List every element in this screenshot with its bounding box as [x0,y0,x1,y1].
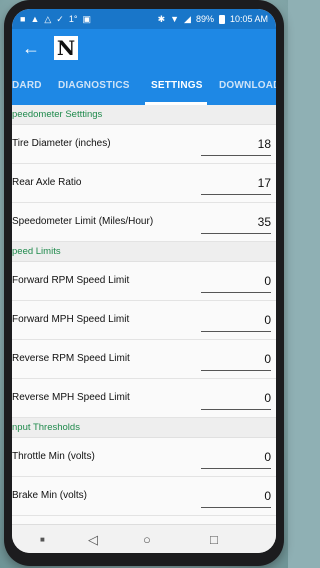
setting-row-reverse-rpm: Reverse RPM Speed Limit 0 [12,340,276,379]
recent-dot-icon[interactable]: ■ [40,525,45,553]
notification-icon: ■ [20,13,26,24]
rear-axle-ratio-input[interactable]: 17 [201,172,271,195]
setting-label: Reverse MPH Speed Limit [12,392,130,403]
overview-square-icon[interactable]: □ [210,525,218,553]
setting-row-reverse-mph: Reverse MPH Speed Limit 0 [12,379,276,418]
battery-percent: 89% [195,14,214,24]
app-screen: ■ ▲ △ ✓ 1° ▣ ✱ ▼ ◢ 89% 10:05 AM ← N DARD… [12,9,276,553]
image-icon: ▣ [82,13,91,24]
warning-icon: △ [44,13,52,24]
signal-icon: ◢ [184,13,191,24]
tire-diameter-input[interactable]: 18 [201,133,271,156]
status-bar: ■ ▲ △ ✓ 1° ▣ ✱ ▼ ◢ 89% 10:05 AM [12,9,276,29]
forward-mph-input[interactable]: 0 [201,309,271,332]
alert-icon: ▲ [30,13,40,24]
settings-list: peedometer Setttings Tire Diameter (inch… [12,105,276,536]
wifi-icon: ▼ [170,13,180,24]
back-arrow-icon[interactable]: ← [22,39,42,57]
status-left: ■ ▲ △ ✓ 1° ▣ [20,13,91,24]
back-triangle-icon[interactable]: ◁ [88,525,98,553]
setting-row-brake-min: Brake Min (volts) 0 [12,477,276,516]
setting-row-forward-rpm: Forward RPM Speed Limit 0 [12,262,276,301]
home-circle-icon[interactable]: ○ [143,525,151,553]
forward-rpm-input[interactable]: 0 [201,270,271,293]
setting-label: Speedometer Limit (Miles/Hour) [12,216,154,227]
section-header-speedometer: peedometer Setttings [12,105,276,125]
setting-row-tire-diameter: Tire Diameter (inches) 18 [12,125,276,164]
download-icon: ✓ [56,13,64,24]
logo-letter: N [56,36,76,60]
app-bar: ← N [12,29,276,67]
status-right: ✱ ▼ ◢ 89% 10:05 AM [158,14,268,24]
section-header-input-thresholds: nput Thresholds [12,418,276,438]
android-nav-bar: ■ ◁ ○ □ [12,524,276,553]
temperature-label: 1° [68,13,78,24]
setting-label: Forward MPH Speed Limit [12,314,130,325]
bluetooth-icon: ✱ [157,13,166,24]
setting-row-rear-axle-ratio: Rear Axle Ratio 17 [12,164,276,203]
tab-dashboard[interactable]: DARD [12,67,42,105]
phone-frame: ■ ▲ △ ✓ 1° ▣ ✱ ▼ ◢ 89% 10:05 AM ← N DARD… [4,0,284,566]
reverse-rpm-input[interactable]: 0 [201,348,271,371]
setting-label: Brake Min (volts) [12,490,88,501]
app-logo: N [54,36,78,60]
setting-label: Tire Diameter (inches) [12,138,111,149]
tab-download[interactable]: DOWNLOAD [219,67,276,105]
speedometer-limit-input[interactable]: 35 [201,211,271,234]
setting-row-speedometer-limit: Speedometer Limit (Miles/Hour) 35 [12,203,276,242]
throttle-min-input[interactable]: 0 [201,446,271,469]
reverse-mph-input[interactable]: 0 [201,387,271,410]
tab-diagnostics[interactable]: DIAGNOSTICS [58,67,130,105]
setting-label: Throttle Min (volts) [12,451,95,462]
tab-settings[interactable]: SETTINGS [151,67,203,105]
tab-bar: DARD DIAGNOSTICS SETTINGS DOWNLOAD [12,67,276,105]
setting-row-throttle-min: Throttle Min (volts) 0 [12,438,276,477]
section-header-speed-limits: peed Limits [12,242,276,262]
brake-min-input[interactable]: 0 [201,485,271,508]
setting-label: Forward RPM Speed Limit [12,275,130,286]
setting-label: Reverse RPM Speed Limit [12,353,130,364]
setting-row-forward-mph: Forward MPH Speed Limit 0 [12,301,276,340]
clock: 10:05 AM [229,14,268,24]
setting-label: Rear Axle Ratio [12,177,82,188]
battery-icon [218,14,225,24]
